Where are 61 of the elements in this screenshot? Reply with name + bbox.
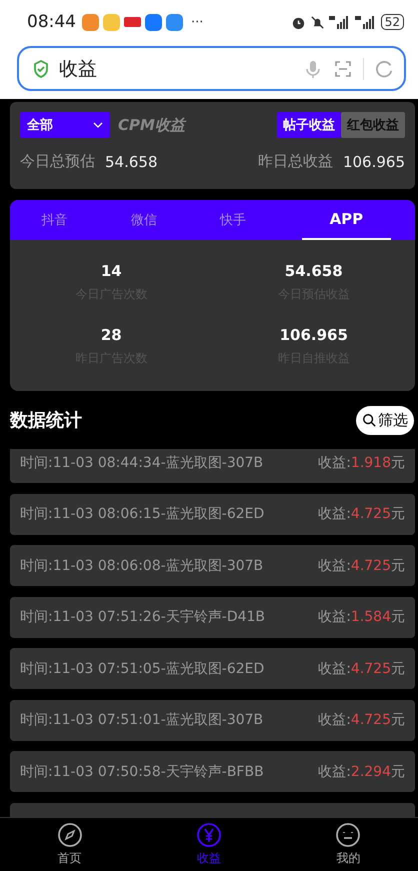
today-value: 54.658 <box>105 152 158 170</box>
section-title: 数据统计 <box>10 409 82 432</box>
address-bar[interactable]: 收益 <box>17 46 406 91</box>
platform-tab[interactable]: 快手 <box>188 200 278 240</box>
record-row[interactable]: 时间:11-03 08:44:34-蓝光取图-307B 收益:1.918元 <box>10 449 415 483</box>
record-amount: 收益:4.725元 <box>318 505 405 523</box>
record-text: 时间:11-03 07:50:58-天宇铃声-BFBB <box>20 762 264 780</box>
more-notifications: ··· <box>191 14 204 30</box>
battery-level: 52 <box>380 14 404 30</box>
microphone-icon[interactable] <box>303 58 323 78</box>
record-text: 时间:11-03 07:51:01-蓝光取图-307B <box>20 711 264 729</box>
record-amount: 收益:1.584元 <box>318 608 405 626</box>
record-amount: 收益:4.725元 <box>318 711 405 729</box>
stat-value: 54.658 <box>284 262 343 280</box>
record-amount: 收益:4.725元 <box>318 660 405 678</box>
filter-button[interactable]: 筛选 <box>356 406 414 434</box>
pay-app-icon <box>145 14 162 30</box>
record-row[interactable]: 时间:11-03 08:06:15-蓝光取图-62ED 收益:4.725元 <box>10 494 415 534</box>
filter-dropdown[interactable]: 全部 <box>20 112 110 138</box>
record-amount: 收益:2.294元 <box>318 762 405 780</box>
record-text: 时间:11-03 07:51:05-蓝光取图-62ED <box>20 660 264 678</box>
record-row[interactable]: 时间:11-03 08:06:08-蓝光取图-307B 收益:4.725元 <box>10 545 415 586</box>
platform-tab[interactable]: 微信 <box>99 200 188 240</box>
shield-check-icon <box>33 60 49 78</box>
stat-value: 14 <box>100 262 122 280</box>
bell-muted-icon <box>310 14 325 30</box>
record-amount: 收益:4.725元 <box>318 556 405 574</box>
record-text: 时间:11-03 08:06:08-蓝光取图-307B <box>20 556 264 574</box>
yen-icon <box>196 822 222 848</box>
yesterday-label: 昨日总收益 <box>258 152 333 171</box>
yesterday-value: 106.965 <box>342 152 405 170</box>
record-text: 时间:11-03 08:44:34-蓝光取图-307B <box>20 454 264 472</box>
record-row[interactable]: 时间:11-03 07:51:26-天宇铃声-D41B 收益:1.584元 <box>10 596 415 638</box>
signal-icon <box>354 15 377 29</box>
status-time: 08:44 <box>27 12 76 32</box>
platform-tab[interactable]: APP <box>302 200 391 240</box>
record-text: 时间:11-03 08:06:15-蓝光取图-62ED <box>20 505 264 523</box>
toggle-button[interactable]: 帖子收益 <box>277 112 341 138</box>
record-row[interactable]: 时间:11-03 07:51:01-蓝光取图-307B 收益:4.725元 <box>10 700 415 740</box>
record-text: 时间:11-03 07:51:26-天宇铃声-D41B <box>20 608 266 626</box>
platform-tab[interactable]: 抖音 <box>10 200 100 240</box>
nav-tab[interactable]: 收益 <box>139 818 279 871</box>
search-icon <box>362 413 376 427</box>
record-row[interactable]: 时间:11-03 07:50:58-天宇铃声-BFBB 收益:2.294元 <box>10 751 415 792</box>
today-label: 今日总预估 <box>20 152 95 171</box>
signal-icon <box>328 15 351 29</box>
card-title: CPM收益 <box>118 116 185 134</box>
record-row[interactable]: 时间:11-03 07:51:05-蓝光取图-62ED 收益:4.725元 <box>10 648 415 689</box>
stat-value: 28 <box>100 326 122 344</box>
toggle-button[interactable]: 红包收益 <box>341 112 405 138</box>
face-icon <box>335 822 362 848</box>
stat-value: 106.965 <box>280 326 348 344</box>
nav-tab[interactable]: 首页 <box>0 818 140 871</box>
record-amount: 收益:1.918元 <box>318 454 405 472</box>
refresh-icon[interactable] <box>374 58 394 78</box>
caret-icon <box>93 122 103 128</box>
store-app-icon <box>166 14 183 30</box>
nav-tab[interactable]: 我的 <box>278 818 418 871</box>
scan-icon[interactable] <box>333 58 353 78</box>
news-app-icon <box>124 17 141 27</box>
compass-icon <box>56 822 83 848</box>
